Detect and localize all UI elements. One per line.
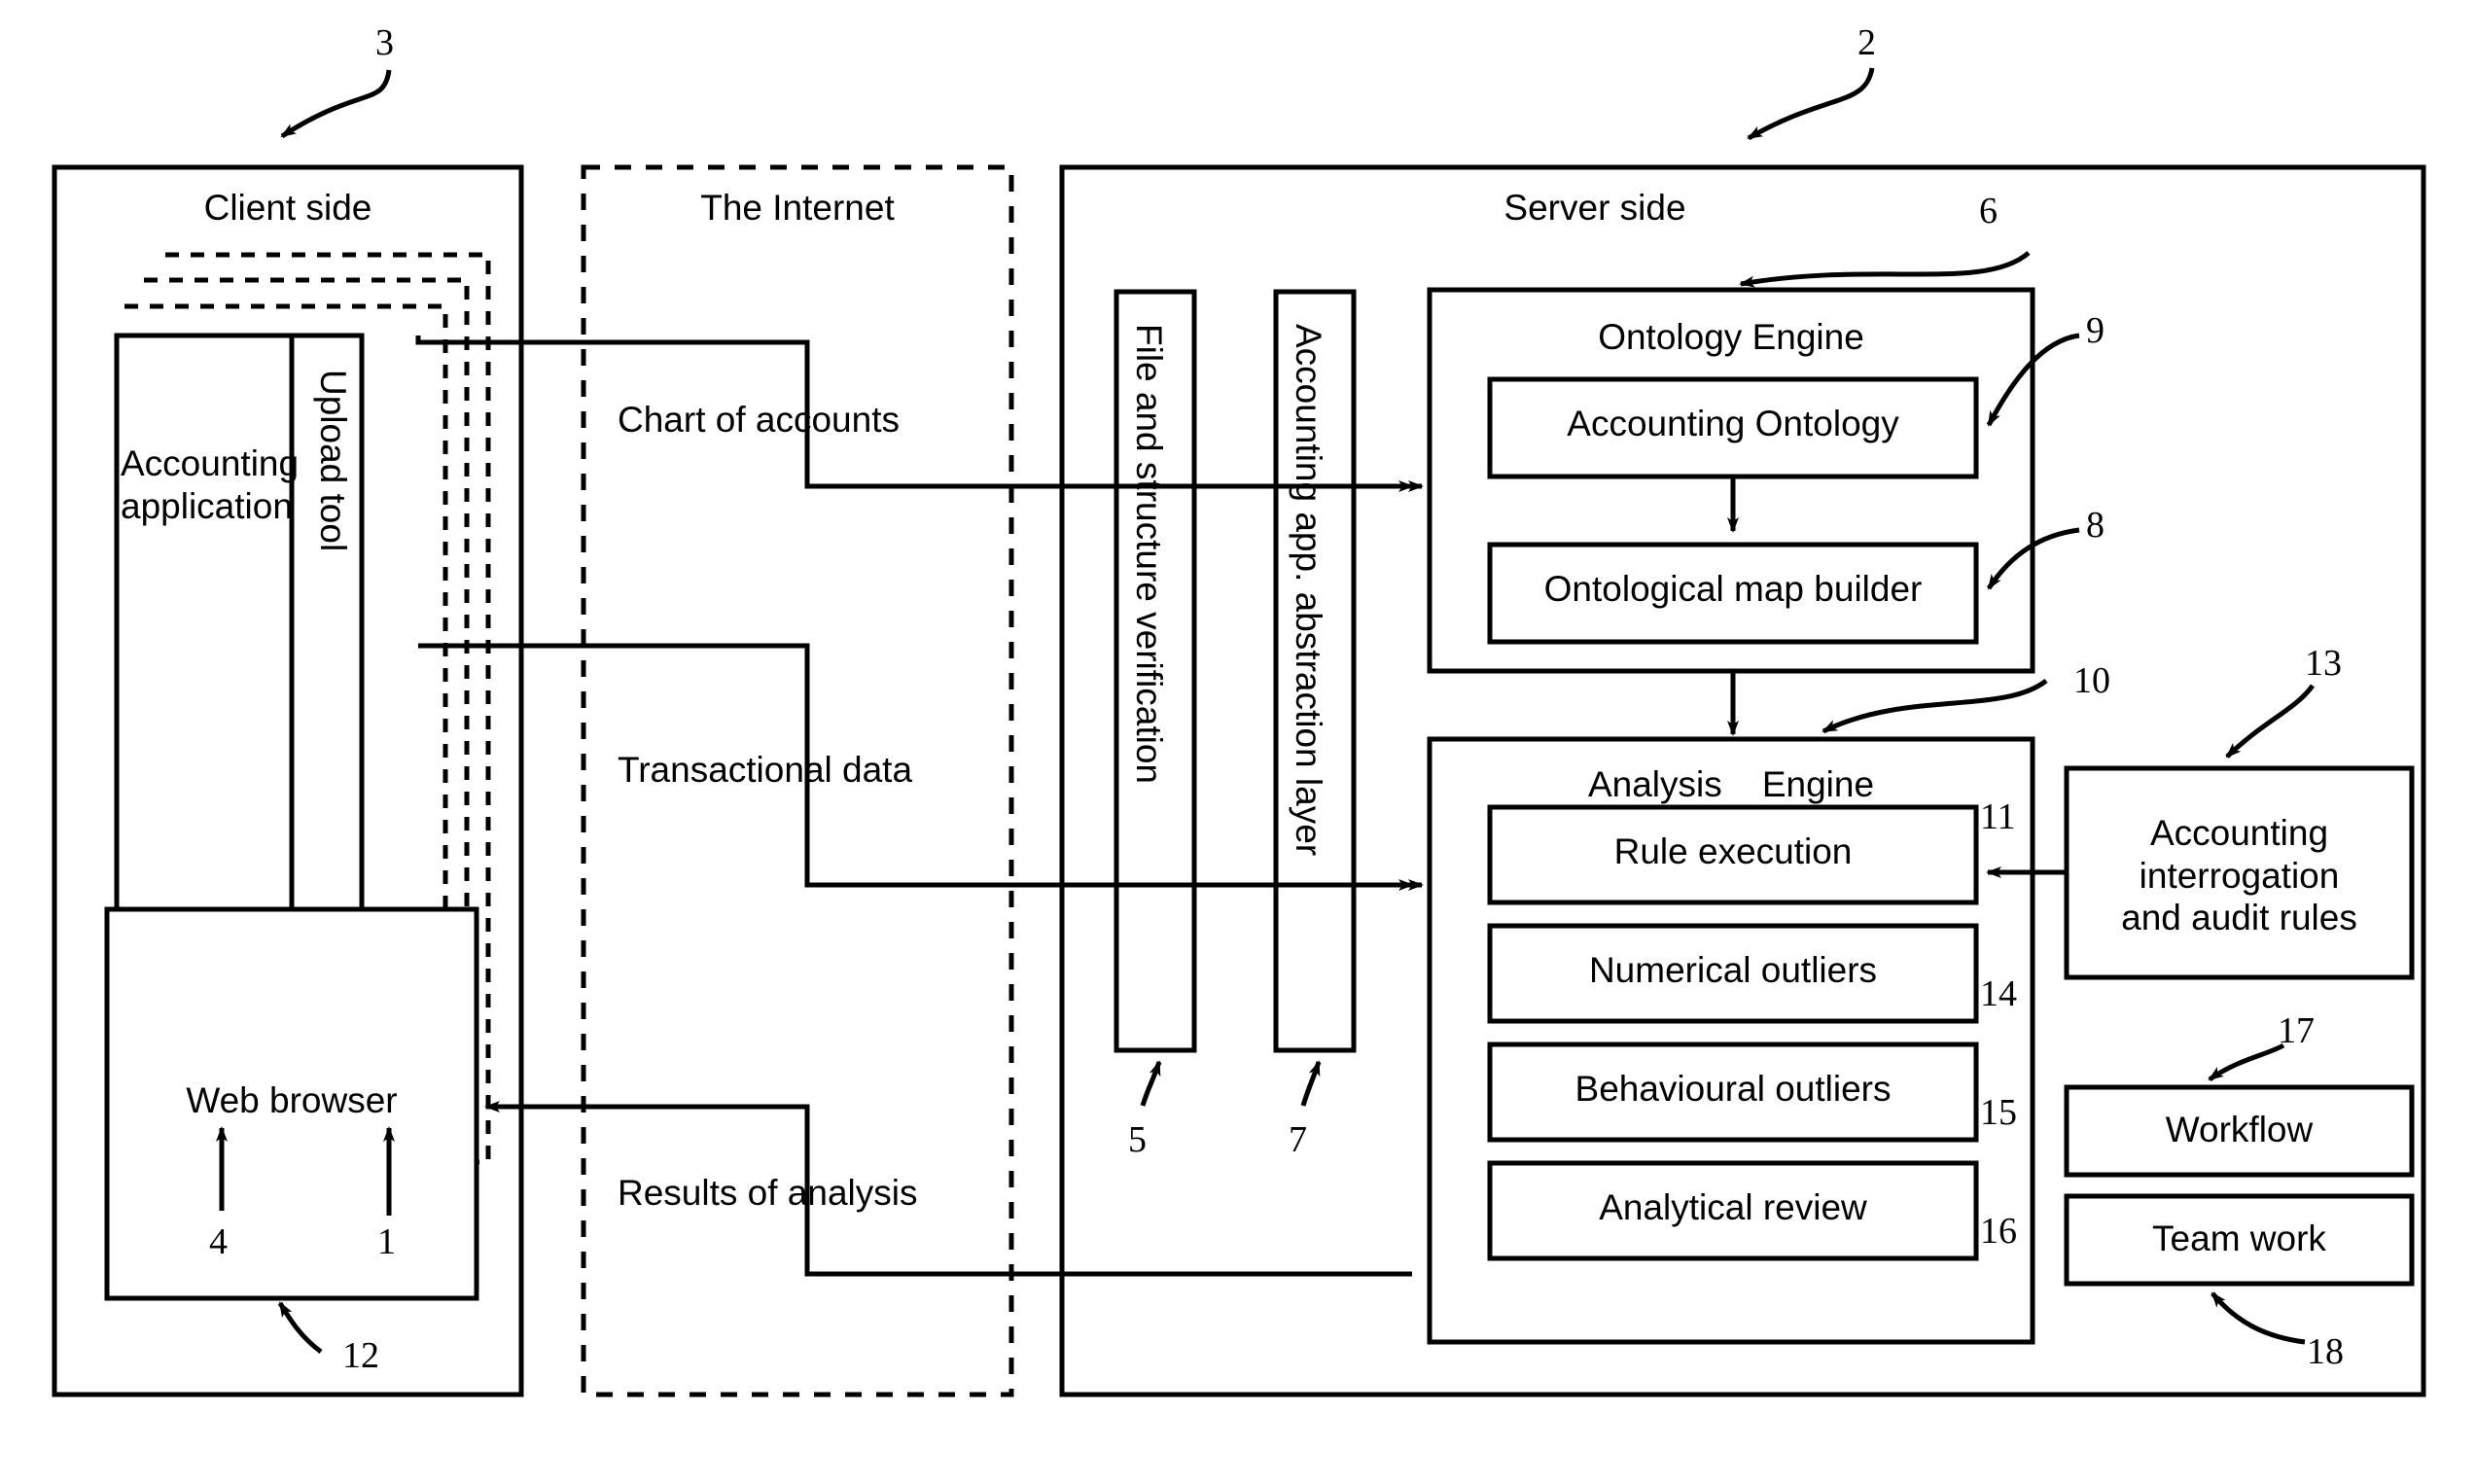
ref-numeral-8: 8 (2086, 505, 2105, 546)
client-side-title: Client side (203, 188, 372, 228)
ontological-map-builder-label: Ontological map builder (1543, 569, 1923, 609)
leader-10 (1822, 679, 2048, 734)
flow-chart-of-accounts (415, 336, 1414, 492)
leader-12 (277, 1301, 323, 1354)
ref-numeral-1: 1 (377, 1221, 396, 1262)
analytical-review-label: Analytical review (1599, 1187, 1867, 1227)
leader-5 (1140, 1060, 1162, 1107)
leader-18 (2211, 1291, 2306, 1345)
ref-numeral-13: 13 (2305, 643, 2342, 684)
internet-title: The Internet (700, 188, 895, 228)
leader-7 (1300, 1060, 1322, 1107)
web-browser-label: Web browser (186, 1080, 398, 1120)
flow-label-transactional-data: Transactional data (618, 750, 913, 790)
numerical-outliers-label: Numerical outliers (1588, 950, 1878, 990)
accounting-ontology-label: Accounting Ontology (1567, 404, 1899, 443)
patent-figure: Client side The Internet Server side Acc… (0, 0, 2476, 1484)
ref-numeral-9: 9 (2086, 310, 2105, 351)
ref-numeral-17: 17 (2278, 1010, 2315, 1051)
ref-numeral-4: 4 (209, 1221, 228, 1262)
leader-6 (1739, 251, 2031, 288)
abstraction-layer-label: Accounting app. abstraction layer (1289, 324, 1328, 857)
flow-label-chart-of-accounts: Chart of accounts (618, 400, 900, 440)
ref-numeral-7: 7 (1289, 1119, 1307, 1160)
leader-3 (280, 69, 392, 139)
ref-numeral-5: 5 (1128, 1119, 1147, 1160)
rule-execution-label: Rule execution (1613, 831, 1853, 871)
ref-numeral-14: 14 (1980, 973, 2017, 1014)
leader-2 (1747, 67, 1875, 141)
flow-label-results-of-analysis: Results of analysis (618, 1173, 918, 1213)
upload-tool-label: Upload tool (313, 370, 353, 552)
ref-numeral-2: 2 (1857, 22, 1876, 63)
analysis-engine-title: Analysis Engine (1587, 764, 1875, 804)
flow-transactional-data (418, 643, 1414, 891)
ref-numeral-3: 3 (375, 22, 394, 63)
ref-numeral-15: 15 (1980, 1092, 2017, 1133)
ref-numeral-18: 18 (2307, 1331, 2344, 1372)
ref-numeral-16: 16 (1980, 1211, 2017, 1252)
workflow-label: Workflow (2165, 1110, 2314, 1149)
server-side-title: Server side (1503, 188, 1686, 228)
audit-rules-label: Accounting interrogation and audit rules (2121, 813, 2357, 938)
ref-numeral-11: 11 (1980, 796, 2016, 837)
leader-13 (2225, 684, 2316, 759)
teamwork-label: Team work (2152, 1219, 2326, 1258)
ref-numeral-6: 6 (1979, 191, 1998, 231)
accounting-application-label: Accounting application (121, 443, 300, 526)
ontology-engine-title: Ontology Engine (1598, 317, 1864, 357)
behavioural-outliers-label: Behavioural outliers (1574, 1069, 1892, 1109)
leader-17 (2208, 1042, 2285, 1082)
ref-numeral-12: 12 (342, 1335, 379, 1376)
ref-numeral-10: 10 (2073, 660, 2110, 701)
analysis-engine-box (1427, 736, 2035, 1345)
file-verification-label: File and structure verification (1129, 324, 1169, 784)
